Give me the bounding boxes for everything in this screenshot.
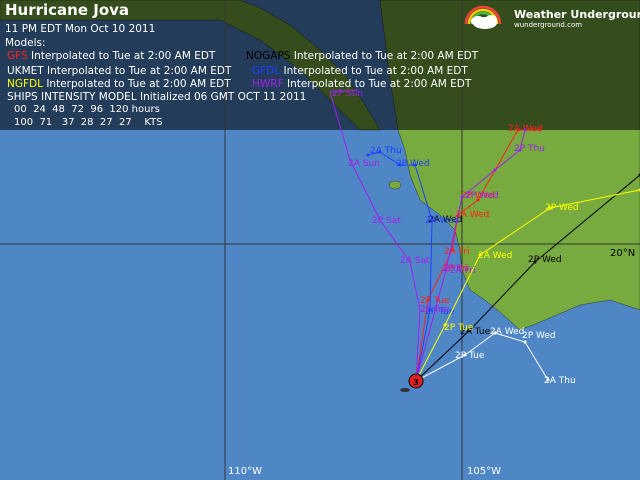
ukmet-track-label: 2A Thu xyxy=(544,376,576,386)
model-row-gfs: GFS Interpolated to Tue at 2:00 AM EDT xyxy=(7,50,215,62)
model-row-gfdl: GFDL Interpolated to Tue at 2:00 AM EDT xyxy=(252,65,468,77)
ngfdl-track-label: 2P Wed xyxy=(545,203,579,213)
hwrf-track-label: 2A Sun xyxy=(348,159,380,169)
model-desc: Interpolated to Tue at 2:00 AM EDT xyxy=(286,78,472,90)
ngfdl-track-label: 2A Wed xyxy=(478,251,512,261)
cloud-rainbow-icon xyxy=(464,5,502,29)
model-desc: Interpolated to Tue at 2:00 AM EDT xyxy=(46,78,231,90)
island-small xyxy=(400,388,410,392)
ukmet-track-label: 2P Wed xyxy=(522,331,556,341)
ngfdl-track-label: 2P Tue xyxy=(444,323,474,333)
model-name: GFDL xyxy=(252,65,281,77)
ukmet-track-label: 2P Tue xyxy=(455,351,485,361)
hwrf-track-label: 2A Sat xyxy=(400,256,430,266)
header-panel: Hurricane Jova 11 PM EDT Mon Oct 10 2011… xyxy=(0,0,640,130)
model-row-nogaps: NOGAPS Interpolated to Tue at 2:00 AM ED… xyxy=(246,50,478,62)
model-name: GFS xyxy=(7,50,28,62)
model-name: HWRF xyxy=(252,78,284,90)
model-row-ngfdl: NGFDL Interpolated to Tue at 2:00 AM EDT xyxy=(7,78,231,90)
ships-kts: 100 71 37 28 27 27 KTS xyxy=(14,117,163,128)
models-label: Models: xyxy=(5,37,46,49)
hwrf-track-label: 2P Wed xyxy=(465,191,499,201)
model-desc: Interpolated to Tue at 2:00 AM EDT xyxy=(47,65,232,77)
hwrf-track-point xyxy=(460,195,464,199)
storm-marker: 3 xyxy=(408,373,424,389)
ships-title: SHIPS INTENSITY MODEL Initialized 06 GMT… xyxy=(7,91,307,103)
hwrf-track-label: 2P Sat xyxy=(372,216,401,226)
weather-underground-logo[interactable]: Weather Underground wunderground.com xyxy=(460,4,640,30)
nogaps-track-label: 2P Wed xyxy=(528,255,562,265)
model-row-ukmet: UKMET Interpolated to Tue at 2:00 AM EDT xyxy=(7,65,231,77)
model-name: UKMET xyxy=(7,65,44,77)
model-row-hwrf: HWRF Interpolated to Tue at 2:00 AM EDT xyxy=(252,78,471,90)
lat-label-20n: 20°N xyxy=(610,248,636,259)
model-desc: Interpolated to Tue at 2:00 AM EDT xyxy=(283,65,468,77)
model-name: NGFDL xyxy=(7,78,43,90)
model-desc: Interpolated to Tue at 2:00 AM EDT xyxy=(293,50,479,62)
model-desc: Interpolated to Tue at 2:00 AM EDT xyxy=(31,50,216,62)
hwrf-track-point xyxy=(493,168,497,172)
lon-label-110w: 110°W xyxy=(228,466,262,477)
storm-category: 3 xyxy=(413,378,419,387)
storm-title: Hurricane Jova xyxy=(5,1,130,19)
lon-label-105w: 105°W xyxy=(467,466,501,477)
gfdl-track-label: 2P Wed xyxy=(396,159,430,169)
hwrf-track-label: 2P Fri xyxy=(442,264,467,274)
hwrf-track-label: 2P Thu xyxy=(514,144,545,154)
gfdl-track-label: 2A Thu xyxy=(370,146,402,156)
islas-marias xyxy=(388,180,402,190)
ukmet-track-label: 2A Wed xyxy=(490,327,524,337)
advisory-timestamp: 11 PM EDT Mon Oct 10 2011 xyxy=(5,23,156,35)
hwrf-track-label: 2P Tue xyxy=(420,305,450,315)
logo-name: Weather Underground xyxy=(514,8,640,21)
model-name: NOGAPS xyxy=(246,50,291,62)
logo-url: wunderground.com xyxy=(514,21,583,29)
ships-hours: 00 24 48 72 96 120 hours xyxy=(14,104,160,115)
gfdl-track-label: 2A Wed xyxy=(425,216,459,226)
gfs-track-label: 2A Fri xyxy=(444,247,469,257)
